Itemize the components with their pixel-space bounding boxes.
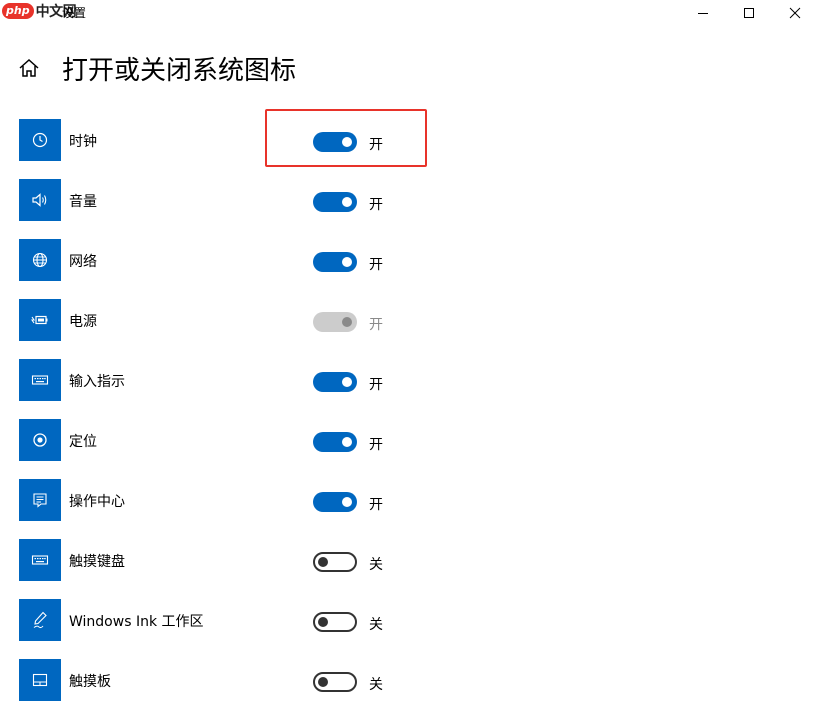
list-item: 时钟 开 <box>19 119 519 179</box>
list-item: 操作中心 开 <box>19 479 519 539</box>
item-label: 音量 <box>69 194 97 210</box>
icon-tile <box>19 119 61 161</box>
maximize-button[interactable] <box>726 0 772 26</box>
icon-tile <box>19 659 61 701</box>
minimize-icon <box>698 13 708 14</box>
toggle-state-label: 开 <box>369 317 383 333</box>
toggle-switch <box>313 312 357 332</box>
toggle-state-label: 开 <box>369 377 383 393</box>
toggle-state-label: 开 <box>369 257 383 273</box>
home-icon <box>19 58 39 77</box>
icon-tile <box>19 179 61 221</box>
icon-tile <box>19 239 61 281</box>
item-label: 网络 <box>69 254 97 270</box>
volume-icon <box>31 192 49 208</box>
item-label: 触摸板 <box>69 674 111 690</box>
keyboard-icon <box>31 373 49 387</box>
toggle-switch[interactable] <box>313 552 357 572</box>
toggle-switch[interactable] <box>313 432 357 452</box>
globe-icon <box>32 252 48 268</box>
page-title: 打开或关闭系统图标 <box>62 56 297 86</box>
list-item: Windows Ink 工作区 关 <box>19 599 519 659</box>
item-label: 电源 <box>69 314 97 330</box>
item-label: Windows Ink 工作区 <box>69 614 204 630</box>
battery-icon <box>31 313 49 327</box>
item-label: 定位 <box>69 434 97 450</box>
home-button[interactable] <box>18 57 40 79</box>
action-center-icon <box>32 492 48 508</box>
toggle-state-label: 关 <box>369 617 383 633</box>
toggle-switch[interactable] <box>313 192 357 212</box>
clock-icon <box>32 132 48 148</box>
system-icon-list: 时钟开音量开网络开电源开输入指示开定位开操作中心开触摸键盘关 Windows In… <box>19 119 519 708</box>
toggle-state-label: 关 <box>369 557 383 573</box>
window-controls <box>680 0 818 26</box>
toggle-knob <box>318 557 328 567</box>
close-button[interactable] <box>772 0 818 26</box>
icon-tile <box>19 539 61 581</box>
item-label: 输入指示 <box>69 374 125 390</box>
toggle-switch[interactable] <box>313 252 357 272</box>
minimize-button[interactable] <box>680 0 726 26</box>
item-label: 时钟 <box>69 134 97 150</box>
icon-tile <box>19 419 61 461</box>
toggle-knob <box>318 617 328 627</box>
maximize-icon <box>744 8 754 18</box>
icon-tile <box>19 599 61 641</box>
list-item: 定位 开 <box>19 419 519 479</box>
toggle-knob <box>342 257 352 267</box>
item-label: 触摸键盘 <box>69 554 125 570</box>
toggle-switch[interactable] <box>313 672 357 692</box>
list-item: 网络 开 <box>19 239 519 299</box>
toggle-state-label: 关 <box>369 677 383 693</box>
toggle-state-label: 开 <box>369 437 383 453</box>
list-item: 触摸键盘 关 <box>19 539 519 599</box>
toggle-knob <box>342 377 352 387</box>
item-label: 操作中心 <box>69 494 125 510</box>
toggle-knob <box>342 317 352 327</box>
toggle-knob <box>318 677 328 687</box>
toggle-state-label: 开 <box>369 497 383 513</box>
touchpad-icon <box>32 673 48 687</box>
toggle-knob <box>342 497 352 507</box>
title-bar: php 中文网 设置 <box>0 0 818 26</box>
toggle-switch[interactable] <box>313 492 357 512</box>
keyboard-icon <box>31 553 49 567</box>
toggle-knob <box>342 437 352 447</box>
list-item: 电源 开 <box>19 299 519 359</box>
close-icon <box>789 7 801 19</box>
window-title: 设置 <box>62 6 87 20</box>
toggle-switch[interactable] <box>313 372 357 392</box>
icon-tile <box>19 479 61 521</box>
list-item: 音量 开 <box>19 179 519 239</box>
toggle-knob <box>342 137 352 147</box>
pen-icon <box>32 611 48 629</box>
location-icon <box>32 432 48 448</box>
watermark-badge: php <box>2 3 34 19</box>
icon-tile <box>19 359 61 401</box>
toggle-switch[interactable] <box>313 612 357 632</box>
toggle-state-label: 开 <box>369 137 383 153</box>
toggle-knob <box>342 197 352 207</box>
toggle-switch[interactable] <box>313 132 357 152</box>
icon-tile <box>19 299 61 341</box>
list-item: 触摸板 关 <box>19 659 519 708</box>
list-item: 输入指示 开 <box>19 359 519 419</box>
toggle-state-label: 开 <box>369 197 383 213</box>
